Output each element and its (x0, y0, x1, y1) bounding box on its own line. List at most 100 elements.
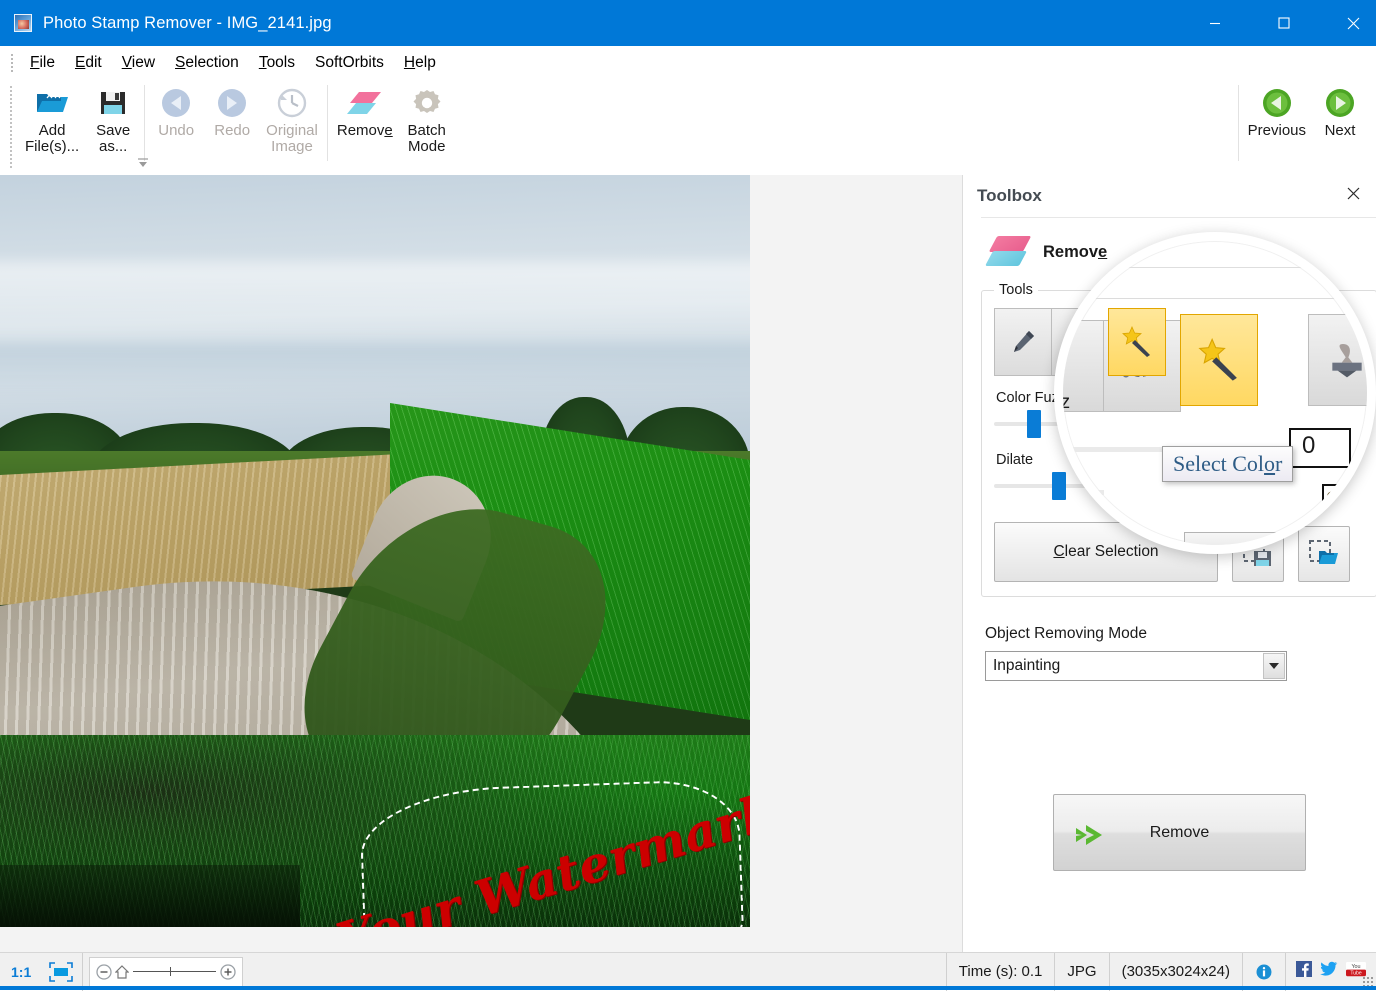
title-bar: Photo Stamp Remover - IMG_2141.jpg (0, 0, 1376, 46)
tools-group-label: Tools (999, 282, 1033, 298)
toolbox-section-header: Remove (981, 226, 1376, 278)
eraser-bottom (985, 251, 1027, 266)
fit-to-window-button[interactable] (40, 952, 84, 991)
undo-button[interactable]: Undo (148, 79, 204, 139)
marker-tool-button[interactable] (994, 308, 1052, 376)
clear-selection-button[interactable]: Clear Selection (994, 522, 1218, 582)
menu-edit[interactable]: Edit (65, 51, 112, 75)
lasso-icon (1065, 329, 1093, 351)
color-fuzz-slider-thumb[interactable] (1027, 410, 1041, 438)
photo-image[interactable]: Your Watermark (0, 175, 750, 927)
green-right-arrow-icon (1325, 85, 1355, 121)
selection-actions-row: Clear Selection (994, 522, 1364, 582)
zoom-in-icon[interactable] (220, 963, 236, 980)
menu-help-accel: H (403, 53, 416, 71)
toolbar-grip-handle[interactable] (9, 85, 13, 169)
menu-tools-accel: T (258, 53, 267, 71)
window-title: Photo Stamp Remover - IMG_2141.jpg (43, 13, 332, 32)
color-fuzz-value[interactable]: 10 (1274, 410, 1330, 438)
save-as-button[interactable]: Save as... (85, 79, 141, 155)
fit-to-window-icon (49, 961, 74, 982)
processing-time-label: Time (s): 0.1 (945, 952, 1056, 991)
menu-file[interactable]: File (20, 51, 65, 75)
info-button[interactable] (1243, 952, 1286, 991)
menu-view[interactable]: View (112, 51, 165, 75)
chevron-down-icon[interactable] (1263, 653, 1285, 679)
toolbox-panel: Toolbox Remove Tools Color Fuzz 10 Dilat… (962, 175, 1376, 952)
twitter-icon (1320, 961, 1338, 976)
menu-help[interactable]: Help (394, 51, 446, 75)
open-folder-icon (35, 85, 69, 121)
menu-selection[interactable]: Selection (165, 51, 249, 75)
select-color-tooltip-suffix: r (1275, 451, 1283, 476)
status-bar: 1:1 Time (s): 0.1 JPG (3035x3024x24) You… (0, 952, 1376, 991)
toolbar-group-navigation: Previous Next (1235, 79, 1368, 175)
select-color-tooltip: Select Col o r (1162, 446, 1294, 482)
menu-help-rest: elp (415, 53, 436, 71)
dilate-slider-thumb[interactable] (1052, 472, 1066, 500)
menu-view-accel: V (121, 53, 132, 71)
toolbar: Add File(s)... Save as... Undo Redo Orig… (0, 79, 1376, 175)
clock-history-icon (276, 85, 308, 121)
toolbar-separator-1 (144, 85, 146, 161)
magic-wand-icon (1122, 326, 1150, 357)
save-selection-button[interactable] (1232, 526, 1284, 582)
redo-label: Redo (214, 122, 251, 139)
magic-wand-tool-button[interactable] (1108, 308, 1166, 376)
redo-button[interactable]: Redo (204, 79, 260, 139)
green-double-arrow-icon (1074, 821, 1116, 854)
original-image-button[interactable]: Original Image (260, 79, 324, 155)
object-removing-mode-label: Object Removing Mode (985, 625, 1147, 642)
clear-selection-label: lear Selection (1064, 543, 1159, 560)
pencil-icon (1014, 331, 1034, 352)
batch-mode-label: Batch Mode (407, 122, 446, 156)
zoom-slider-track[interactable] (133, 967, 217, 976)
image-canvas-area[interactable]: Your Watermark (0, 175, 962, 952)
ribbon-expand-button[interactable] (136, 155, 150, 169)
toolbar-separator-2 (326, 85, 328, 161)
close-icon (1347, 17, 1359, 29)
foreground-shadow-region (0, 865, 300, 927)
menu-selection-accel: S (175, 53, 186, 71)
batch-mode-button[interactable]: Batch Mode (399, 79, 455, 155)
menu-bar: File Edit View Selection Tools SoftOrbit… (0, 46, 1376, 79)
dilate-slider[interactable] (994, 472, 1264, 500)
menu-edit-accel: E (74, 53, 86, 71)
toolbox-close-button[interactable] (1340, 180, 1366, 206)
close-icon (1347, 187, 1359, 199)
zoom-out-icon[interactable] (96, 963, 112, 980)
eraser-icon (346, 85, 384, 121)
toolbox-body: Remove Tools Color Fuzz 10 Dilate 2 C le… (981, 217, 1376, 952)
gear-icon (411, 85, 443, 121)
lasso-tool-button[interactable] (1051, 308, 1109, 376)
minimize-button[interactable] (1192, 0, 1238, 46)
facebook-button[interactable] (1296, 961, 1312, 982)
menu-grip-handle[interactable] (10, 52, 14, 73)
remove-toolbar-button[interactable]: Remove (331, 79, 399, 139)
remove-action-label: Remove (1149, 823, 1210, 841)
stamp-tool-button[interactable] (1240, 308, 1298, 376)
maximize-button[interactable] (1261, 0, 1307, 46)
remove-action-button[interactable]: Remove (1053, 794, 1306, 871)
info-icon (1256, 964, 1272, 979)
youtube-icon: You Tube (1346, 962, 1366, 977)
previous-button[interactable]: Previous (1242, 79, 1312, 175)
file-format-label: JPG (1055, 952, 1110, 991)
zoom-slider-container[interactable] (89, 956, 244, 987)
load-selection-button[interactable] (1298, 526, 1350, 582)
add-files-button[interactable]: Add File(s)... (19, 79, 85, 155)
menu-tools-rest: ools (266, 53, 295, 71)
zoom-home-icon[interactable] (115, 964, 130, 980)
menu-softorbits[interactable]: SoftOrbits (305, 51, 394, 75)
close-window-button[interactable] (1330, 0, 1376, 46)
add-files-label: Add File(s)... (25, 122, 80, 156)
color-fuzz-slider[interactable] (994, 410, 1264, 438)
twitter-button[interactable] (1320, 961, 1338, 982)
menu-tools[interactable]: Tools (249, 51, 305, 75)
zoom-slider-thumb[interactable] (169, 967, 171, 976)
sky-region (0, 175, 750, 465)
next-button[interactable]: Next (1312, 79, 1368, 175)
facebook-icon (1296, 961, 1312, 977)
menu-view-rest: iew (131, 53, 156, 71)
object-removing-mode-select[interactable]: Inpainting (985, 651, 1287, 681)
